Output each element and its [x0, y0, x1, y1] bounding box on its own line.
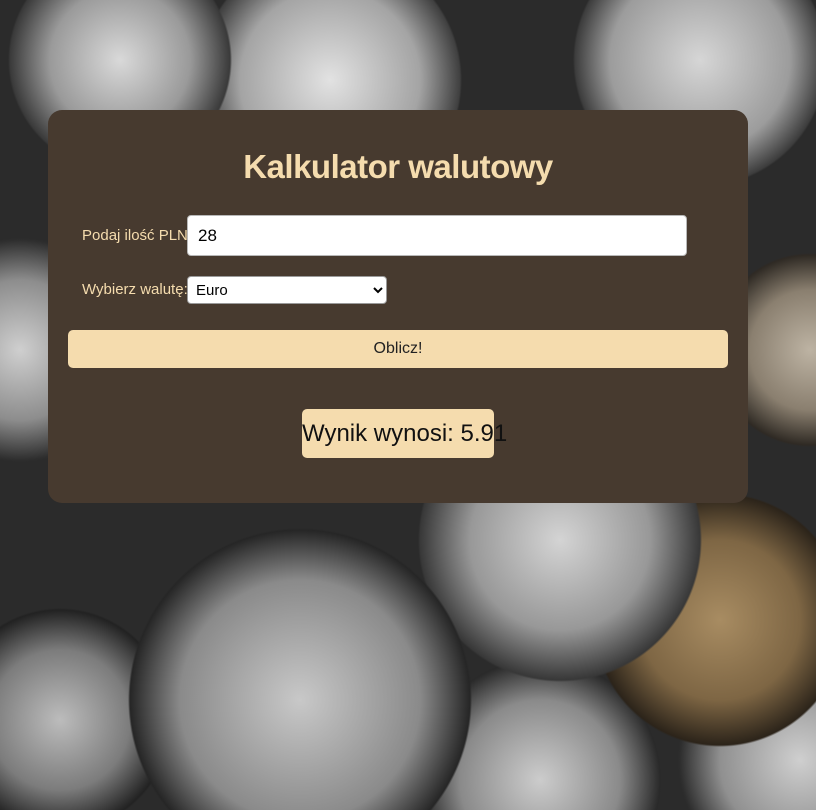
amount-label: Podaj ilość PLN:: [82, 227, 193, 244]
result-box: Wynik wynosi: 5.91: [302, 409, 507, 458]
page-title: Kalkulator walutowy: [243, 148, 553, 185]
currency-label: Wybierz walutę:: [82, 281, 188, 298]
calculate-button[interactable]: Oblicz!: [68, 330, 728, 368]
currency-select[interactable]: Euro: [187, 276, 387, 304]
amount-input[interactable]: [187, 215, 687, 256]
